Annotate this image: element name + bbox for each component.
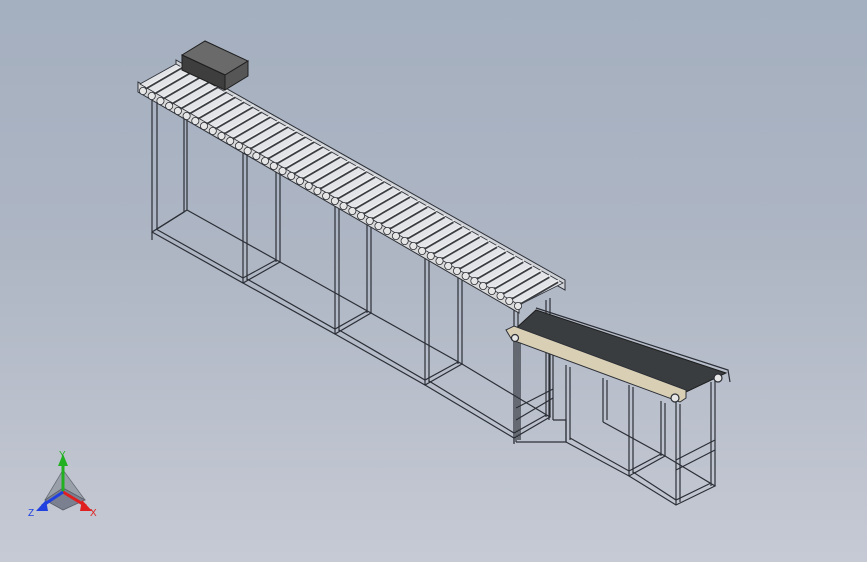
roller-end-cap [304,181,313,190]
roller-end-cap [278,166,287,175]
roller-end-cap [426,251,435,260]
roller-end-cap [226,136,235,145]
roller-end-cap [418,246,427,255]
roller-end-cap [173,107,182,116]
roller-end-cap [365,216,374,225]
x-axis-label: X [90,508,97,519]
roller-end-cap [138,87,147,96]
roller-end-cap [461,271,470,280]
roller-end-cap [147,92,156,101]
roller-end-cap [505,296,514,305]
roller-end-cap [200,122,209,131]
roller-end-cap [322,191,331,200]
roller-end-cap [261,156,270,165]
roller-end-cap [391,231,400,240]
roller-end-cap [295,176,304,185]
roller-end-cap [383,226,392,235]
roller-end-cap [452,266,461,275]
conveyor-assembly-scene[interactable]: Y X Z [0,0,867,562]
graphics-viewport[interactable]: Y X Z [0,0,867,562]
roller-end-cap [348,206,357,215]
z-axis-label: Z [28,508,34,519]
roller-end-cap [374,221,383,230]
roller-end-cap [487,286,496,295]
roller-end-cap [269,161,278,170]
roller-end-cap [252,151,261,160]
roller-end-cap [435,256,444,265]
roller-end-cap [496,291,505,300]
roller-end-cap [165,102,174,111]
roller-end-cap [479,281,488,290]
roller-end-cap [287,171,296,180]
roller-end-cap [208,127,217,136]
roller-end-cap [470,276,479,285]
roller-end-cap [313,186,322,195]
belt-end-pulley [670,393,680,403]
roller-end-cap [514,301,523,310]
roller-end-cap [156,97,165,106]
belt-end-pulley [713,373,723,383]
roller-conveyor[interactable] [137,59,566,444]
belt-head-pulley [510,333,520,343]
roller-end-cap [400,236,409,245]
roller-end-cap [182,112,191,121]
roller-end-cap [357,211,366,220]
roller-end-cap [234,141,243,150]
belt-conveyor[interactable] [505,307,731,506]
roller-end-cap [444,261,453,270]
roller-end-cap [339,201,348,210]
roller-end-cap [409,241,418,250]
y-axis-label: Y [59,450,66,461]
roller-end-cap [191,117,200,126]
roller-end-cap [217,131,226,140]
coordinate-triad: Y X Z [28,450,97,519]
roller-end-cap [330,196,339,205]
roller-end-cap [243,146,252,155]
